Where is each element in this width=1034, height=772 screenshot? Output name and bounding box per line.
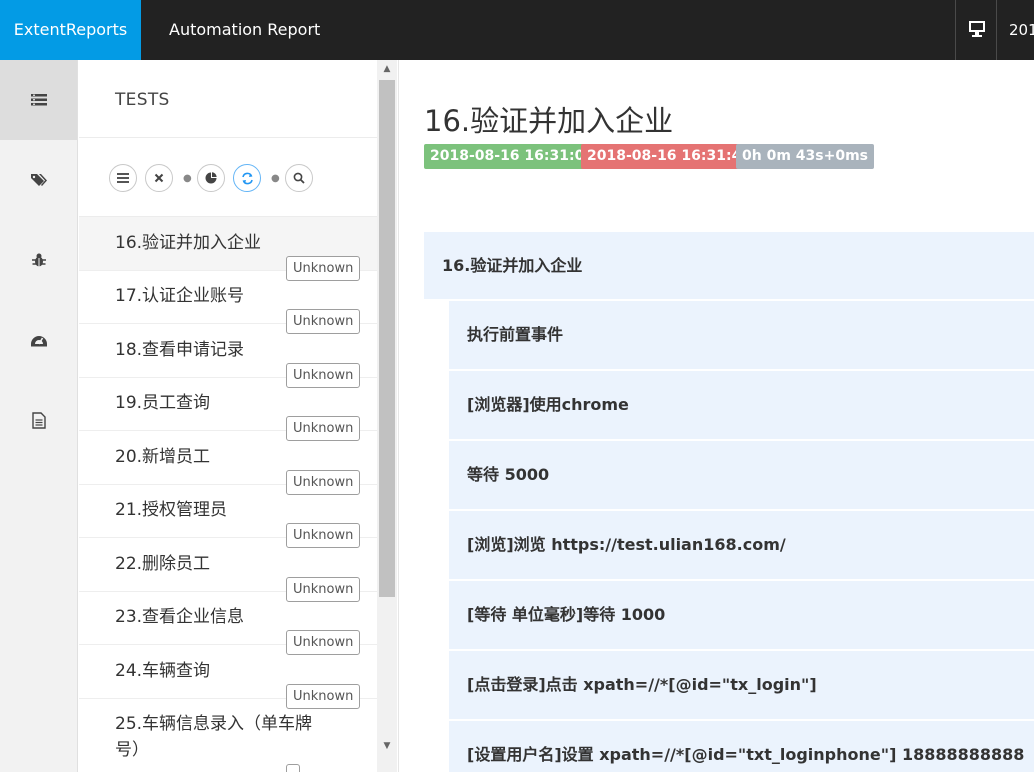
- test-list-item[interactable]: 16.验证并加入企业 Unknown: [79, 217, 377, 281]
- monitor-icon[interactable]: [955, 0, 997, 60]
- test-name: 25.车辆信息录入（单车牌号）: [115, 714, 313, 760]
- status-badge: [286, 764, 300, 772]
- report-title: Automation Report: [169, 20, 321, 39]
- test-node-header[interactable]: 16.验证并加入企业: [424, 232, 1034, 300]
- list-icon: [30, 94, 47, 106]
- tags-icon: [30, 174, 47, 186]
- brand-logo[interactable]: ExtentReports: [0, 0, 141, 60]
- step-description: [点击登录]点击 xpath=//*[@id="tx_login"]: [467, 675, 817, 694]
- node-name: 16.验证并加入企业: [442, 256, 583, 275]
- tests-heading: TESTS: [115, 90, 170, 110]
- step-row[interactable]: 执行前置事件: [449, 301, 1034, 369]
- test-name: 19.员工查询: [115, 393, 211, 413]
- report-date: 201: [1009, 21, 1034, 39]
- step-row[interactable]: [浏览器]使用chrome: [449, 371, 1034, 439]
- end-time-label: 2018-08-16 16:31:43: [581, 144, 758, 169]
- test-list-item[interactable]: 20.新增员工 Unknown: [79, 431, 377, 495]
- step-description: 执行前置事件: [467, 325, 564, 344]
- test-name: 17.认证企业账号: [115, 286, 245, 306]
- refresh-button[interactable]: [233, 164, 261, 192]
- test-list-item[interactable]: 17.认证企业账号 Unknown: [79, 270, 377, 334]
- nav-exception-view[interactable]: [0, 220, 77, 300]
- step-row[interactable]: [设置用户名]设置 xpath=//*[@id="txt_loginphone"…: [449, 721, 1034, 772]
- test-name: 23.查看企业信息: [115, 607, 245, 627]
- refresh-icon: [241, 172, 253, 184]
- test-detail-panel: 16.验证并加入企业 2018-08-16 16:31:00 2018-08-1…: [400, 60, 1034, 772]
- test-name: 22.删除员工: [115, 554, 211, 574]
- separator-dot: ●: [183, 173, 192, 184]
- test-list-item[interactable]: 19.员工查询 Unknown: [79, 377, 377, 441]
- list-icon: [117, 173, 129, 183]
- nav-test-view[interactable]: [0, 60, 77, 140]
- step-row[interactable]: [等待 单位毫秒]等待 1000: [449, 581, 1034, 649]
- nav-dashboard-view[interactable]: [0, 300, 77, 380]
- dashboard-icon: [30, 336, 47, 347]
- top-bar: ExtentReports Automation Report 201: [0, 0, 1034, 60]
- test-name: 18.查看申请记录: [115, 340, 245, 360]
- pie-chart-icon: [205, 172, 217, 184]
- nav-testrunner-logs[interactable]: [0, 380, 77, 460]
- search-icon: [293, 172, 305, 184]
- file-icon: [31, 411, 46, 429]
- step-description: [浏览]浏览 https://test.ulian168.com/: [467, 535, 786, 554]
- test-title: 16.验证并加入企业: [424, 104, 674, 138]
- test-list-scrollbar[interactable]: ▲ ▼: [377, 60, 397, 772]
- duration-label: 0h 0m 43s+0ms: [736, 144, 874, 169]
- filter-category-button[interactable]: [197, 164, 225, 192]
- clear-filters-button[interactable]: [145, 164, 173, 192]
- test-name: 21.授权管理员: [115, 500, 228, 520]
- filter-status-button[interactable]: [109, 164, 137, 192]
- search-button[interactable]: [285, 164, 313, 192]
- test-name: 16.验证并加入企业: [115, 233, 262, 253]
- separator-dot: ●: [271, 173, 280, 184]
- step-row[interactable]: [浏览]浏览 https://test.ulian168.com/: [449, 511, 1034, 579]
- test-list-item[interactable]: 23.查看企业信息 Unknown: [79, 591, 377, 655]
- step-description: [浏览器]使用chrome: [467, 395, 629, 414]
- step-description: [等待 单位毫秒]等待 1000: [467, 605, 666, 624]
- step-description: 等待 5000: [467, 465, 550, 484]
- divider: [79, 137, 377, 138]
- test-name: 20.新增员工: [115, 447, 211, 467]
- test-list-item[interactable]: 25.车辆信息录入（单车牌号）: [79, 698, 377, 772]
- start-time-label: 2018-08-16 16:31:00: [424, 144, 601, 169]
- test-list-panel: TESTS ● ● 16.验证并加入企业 Unknown 17.认证企业账号 U…: [79, 60, 399, 772]
- test-name: 24.车辆查询: [115, 661, 211, 681]
- bug-icon: [31, 253, 46, 267]
- scrollbar-thumb[interactable]: [379, 80, 395, 597]
- test-list-item[interactable]: 22.删除员工 Unknown: [79, 538, 377, 602]
- side-nav: [0, 60, 78, 772]
- step-row[interactable]: [点击登录]点击 xpath=//*[@id="tx_login"]: [449, 651, 1034, 719]
- scroll-down-arrow-icon[interactable]: ▼: [377, 737, 397, 755]
- scroll-up-arrow-icon[interactable]: ▲: [377, 60, 397, 78]
- test-list-item[interactable]: 18.查看申请记录 Unknown: [79, 324, 377, 388]
- step-row[interactable]: 等待 5000: [449, 441, 1034, 509]
- test-list-item[interactable]: 21.授权管理员 Unknown: [79, 484, 377, 548]
- nav-category-view[interactable]: [0, 140, 77, 220]
- step-description: [设置用户名]设置 xpath=//*[@id="txt_loginphone"…: [467, 745, 1025, 764]
- fail-icon: [154, 173, 164, 183]
- test-list-item[interactable]: 24.车辆查询 Unknown: [79, 645, 377, 709]
